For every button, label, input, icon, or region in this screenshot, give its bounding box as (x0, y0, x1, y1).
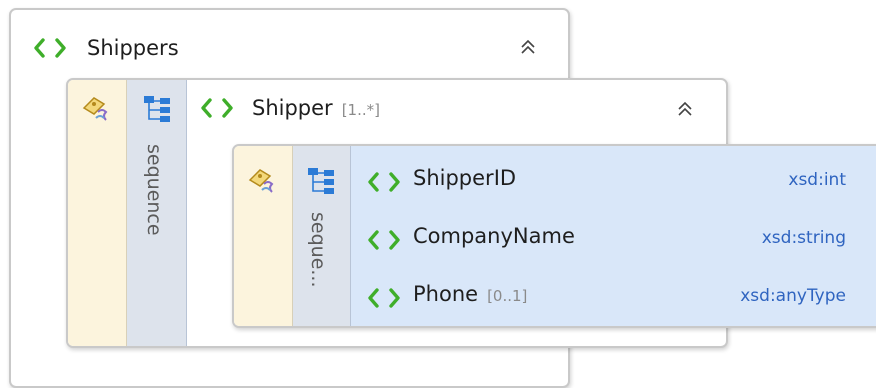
child-row-shipperid[interactable]: ShipperID xsd:int (351, 153, 876, 211)
child-name: Phone [0..1] (413, 282, 527, 306)
child-type[interactable]: xsd:string (762, 228, 846, 248)
shipper-cardinality: [1..*] (341, 101, 380, 119)
inner-sequence-strip[interactable]: seque... (293, 146, 351, 326)
attributes-icon[interactable] (80, 94, 112, 124)
shipper-title: Shipper [1..*] (252, 96, 380, 120)
shipper-collapse-chevrons-up-icon[interactable] (674, 98, 696, 120)
inner-attributes-strip[interactable] (234, 146, 293, 326)
sequence-tree-icon[interactable] (306, 166, 336, 196)
shipper-sequence-strip[interactable]: sequence (127, 80, 187, 346)
child-name-text: Phone (413, 282, 479, 306)
shippers-name: Shippers (87, 36, 179, 60)
element-chevrons-icon (34, 38, 66, 58)
child-name: CompanyName (413, 224, 575, 248)
sequence-tree-icon[interactable] (142, 94, 172, 124)
child-type[interactable]: xsd:int (788, 170, 846, 190)
shippers-collapse-chevrons-up-icon[interactable] (517, 36, 539, 58)
element-chevrons-icon (368, 172, 400, 192)
shipper-attributes-strip[interactable] (68, 80, 127, 346)
child-name-text: ShipperID (413, 166, 517, 190)
shipper-name: Shipper (252, 96, 333, 120)
children-list: ShipperID xsd:int CompanyName xsd:string… (351, 146, 876, 326)
element-chevrons-icon (368, 288, 400, 308)
inner-sequence-label: seque... (307, 212, 329, 288)
shippers-title: Shippers (87, 36, 179, 60)
attributes-icon[interactable] (246, 166, 278, 196)
child-name-text: CompanyName (413, 224, 575, 248)
child-type[interactable]: xsd:anyType (740, 286, 846, 306)
child-row-companyname[interactable]: CompanyName xsd:string (351, 211, 876, 269)
child-name: ShipperID (413, 166, 516, 190)
element-chevrons-icon (201, 98, 233, 118)
child-cardinality: [0..1] (487, 287, 528, 305)
child-row-phone[interactable]: Phone [0..1] xsd:anyType (351, 269, 876, 326)
inner-sequence-box[interactable]: seque... ShipperID xsd:int CompanyName x… (232, 144, 876, 328)
shipper-sequence-label: sequence (143, 144, 165, 236)
element-chevrons-icon (368, 230, 400, 250)
